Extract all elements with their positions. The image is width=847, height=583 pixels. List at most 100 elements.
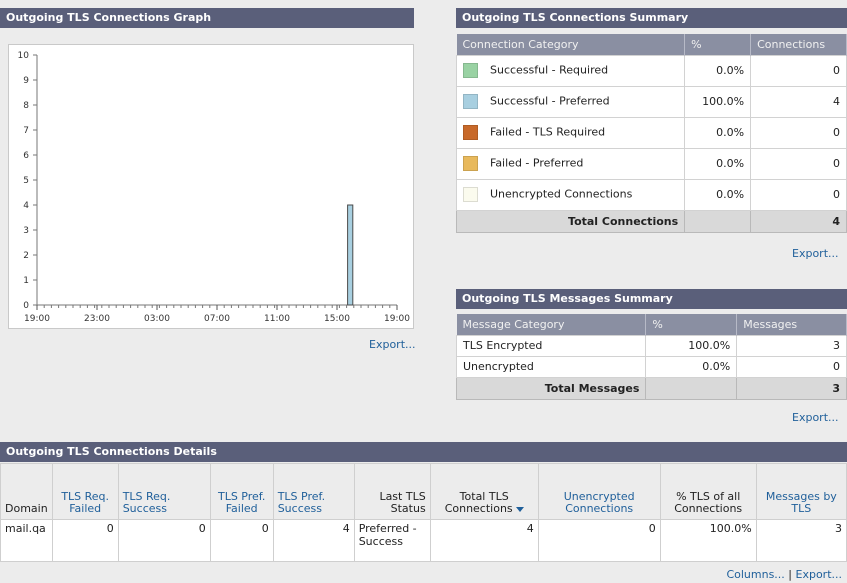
y-tick-label: 2 bbox=[23, 251, 29, 261]
conn-row: Failed - TLS Required 0.0% 0 bbox=[455, 116, 847, 149]
x-tick-label: 07:00 bbox=[204, 314, 230, 324]
y-tick-label: 0 bbox=[23, 301, 29, 311]
col-last-tls-status[interactable]: Last TLS Status bbox=[353, 463, 431, 520]
cell-messages: 3 bbox=[755, 519, 847, 562]
msg-total-count: 3 bbox=[736, 376, 847, 400]
conn-percent: 0.0% bbox=[684, 54, 752, 87]
y-tick-label: 1 bbox=[23, 276, 29, 286]
graph-export-link[interactable]: Export... bbox=[369, 338, 416, 351]
y-tick-label: 7 bbox=[23, 126, 29, 136]
conn-percent: 0.0% bbox=[684, 116, 752, 149]
msg-row: Unencrypted 0.0% 0 bbox=[455, 355, 847, 378]
conn-category-label: Successful - Required bbox=[490, 63, 609, 77]
x-tick-label: 23:00 bbox=[84, 314, 110, 324]
col-pct-tls-all[interactable]: % TLS of all Connections bbox=[659, 463, 757, 520]
col-messages: Messages bbox=[736, 314, 847, 335]
conn-row: Unencrypted Connections 0.0% 0 bbox=[455, 178, 847, 211]
col-unencrypted-connections[interactable]: Unencrypted Connections bbox=[537, 463, 661, 520]
legend-swatch-icon bbox=[463, 63, 478, 78]
conn-category-label: Failed - TLS Required bbox=[490, 125, 606, 139]
conn-count: 0 bbox=[750, 147, 847, 180]
conn-count: 0 bbox=[750, 178, 847, 211]
cell-req-failed: 0 bbox=[51, 519, 119, 562]
conn-category-label: Successful - Preferred bbox=[490, 94, 610, 108]
conn-row: Successful - Required 0.0% 0 bbox=[455, 54, 847, 87]
col-message-category: Message Category bbox=[456, 314, 647, 335]
col-domain[interactable]: Domain bbox=[0, 463, 53, 520]
total-tls-connections-label: Total TLS Connections bbox=[444, 490, 513, 515]
y-tick-label: 9 bbox=[23, 76, 29, 86]
msg-count: 3 bbox=[736, 334, 847, 357]
col-tls-pref-success[interactable]: TLS Pref. Success bbox=[272, 463, 355, 520]
col-msg-percent: % bbox=[645, 314, 738, 335]
conn-category-cell: Failed - Preferred bbox=[455, 147, 686, 180]
details-table: Domain TLS Req. Failed TLS Req. Success … bbox=[0, 463, 847, 562]
conn-summary-title: Outgoing TLS Connections Summary bbox=[456, 8, 847, 28]
msg-summary-title: Outgoing TLS Messages Summary bbox=[456, 289, 847, 309]
conn-category-cell: Successful - Required bbox=[455, 54, 686, 87]
col-tls-pref-failed[interactable]: TLS Pref. Failed bbox=[209, 463, 274, 520]
conn-total-label: Total Connections bbox=[455, 209, 686, 233]
y-tick-label: 5 bbox=[23, 176, 29, 186]
conn-row: Successful - Preferred 100.0% 4 bbox=[455, 85, 847, 118]
x-tick-label: 19:00 bbox=[24, 314, 50, 324]
legend-swatch-icon bbox=[463, 156, 478, 171]
legend-swatch-icon bbox=[463, 187, 478, 202]
msg-category: Unencrypted bbox=[455, 355, 647, 378]
details-title: Outgoing TLS Connections Details bbox=[0, 442, 847, 462]
msg-percent: 0.0% bbox=[645, 355, 738, 378]
cell-pref-failed: 0 bbox=[209, 519, 274, 562]
conn-row: Failed - Preferred 0.0% 0 bbox=[455, 147, 847, 180]
col-tls-req-failed[interactable]: TLS Req. Failed bbox=[51, 463, 119, 520]
graph-canvas: 0 1 2 3 4 5 6 7 8 9 10 19:00 23:00 03:00 07:00 11:00 15:… bbox=[18, 51, 411, 324]
conn-summary-table: Connection Category % Connections Succes… bbox=[455, 34, 847, 233]
conn-count: 0 bbox=[750, 54, 847, 87]
cell-pct-tls: 100.0% bbox=[659, 519, 757, 562]
msg-count: 0 bbox=[736, 355, 847, 378]
conn-percent: 0.0% bbox=[684, 147, 752, 180]
conn-category-label: Failed - Preferred bbox=[490, 156, 584, 170]
conn-count: 4 bbox=[750, 85, 847, 118]
cell-domain: mail.qa bbox=[0, 519, 53, 562]
sort-desc-icon bbox=[515, 506, 524, 512]
msg-category: TLS Encrypted bbox=[455, 334, 647, 357]
msg-row: TLS Encrypted 100.0% 3 bbox=[455, 334, 847, 357]
conn-total-count: 4 bbox=[750, 209, 847, 233]
y-tick-label: 8 bbox=[23, 101, 29, 111]
col-percent: % bbox=[684, 34, 752, 55]
conn-category-cell: Successful - Preferred bbox=[455, 85, 686, 118]
msg-total-row: Total Messages 3 bbox=[455, 376, 847, 400]
col-messages-by-tls[interactable]: Messages by TLS bbox=[755, 463, 847, 520]
conn-summary-export-link[interactable]: Export... bbox=[792, 247, 839, 260]
y-tick-label: 6 bbox=[23, 151, 29, 161]
cell-unencrypted: 0 bbox=[537, 519, 661, 562]
x-tick-label: 03:00 bbox=[144, 314, 170, 324]
col-connections: Connections bbox=[750, 34, 847, 55]
conn-total-pct bbox=[684, 209, 752, 233]
legend-swatch-icon bbox=[463, 125, 478, 140]
y-tick-label: 10 bbox=[18, 51, 30, 61]
conn-category-cell: Failed - TLS Required bbox=[455, 116, 686, 149]
col-tls-req-success[interactable]: TLS Req. Success bbox=[117, 463, 211, 520]
bar bbox=[347, 204, 354, 306]
msg-total-pct bbox=[645, 376, 738, 400]
conn-category-cell: Unencrypted Connections bbox=[455, 178, 686, 211]
conn-percent: 0.0% bbox=[684, 178, 752, 211]
cell-last-status: Preferred - Success bbox=[353, 519, 431, 562]
conn-total-row: Total Connections 4 bbox=[455, 209, 847, 233]
table-row: mail.qa 0 0 0 4 Preferred - Success 4 0 … bbox=[0, 519, 847, 562]
msg-total-label: Total Messages bbox=[455, 376, 647, 400]
details-export-link[interactable]: Export... bbox=[796, 568, 843, 581]
msg-percent: 100.0% bbox=[645, 334, 738, 357]
col-total-tls-connections[interactable]: Total TLS Connections bbox=[429, 463, 539, 520]
conn-percent: 100.0% bbox=[684, 85, 752, 118]
x-tick-label: 19:00 bbox=[384, 314, 410, 324]
y-tick-label: 3 bbox=[23, 226, 29, 236]
msg-summary-export-link[interactable]: Export... bbox=[792, 411, 839, 424]
x-tick-label: 11:00 bbox=[264, 314, 290, 324]
tls-connections-graph: 0 1 2 3 4 5 6 7 8 9 10 19:00 23:00 03:00 07:00 11:00 15:… bbox=[8, 44, 414, 329]
conn-count: 0 bbox=[750, 116, 847, 149]
x-tick-label: 15:00 bbox=[324, 314, 350, 324]
conn-category-label: Unencrypted Connections bbox=[490, 187, 633, 201]
columns-link[interactable]: Columns... bbox=[726, 568, 784, 581]
